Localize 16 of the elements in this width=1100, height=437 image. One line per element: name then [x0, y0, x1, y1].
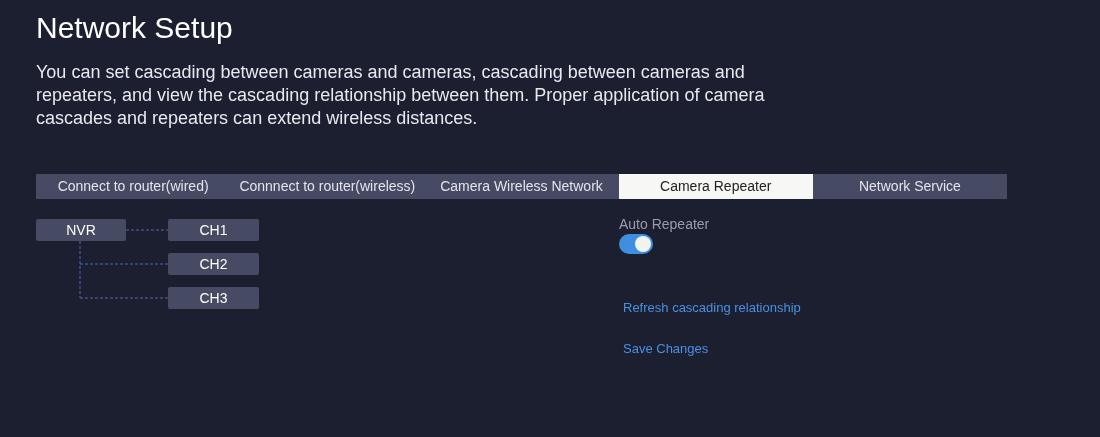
page-title: Network Setup	[36, 10, 234, 46]
description-text: You can set cascading between cameras and cameras, cascading between cameras and repeaters, and view the cascading relationship between them. Proper application of camera cascades and repeaters can extend wireless distances.	[36, 61, 766, 130]
tab[interactable]: Camera Wireless Network	[424, 174, 619, 199]
auto-repeater-toggle[interactable]	[619, 234, 653, 254]
tree-node: NVR	[36, 219, 126, 241]
tree-node: CH2	[168, 253, 259, 275]
tab[interactable]: Connnect to router(wireless)	[230, 174, 425, 199]
link[interactable]: Save Changes	[623, 338, 709, 358]
tab[interactable]: Camera Repeater	[618, 174, 813, 199]
tree-node: CH3	[168, 287, 259, 309]
auto-repeater-label: Auto Repeater	[619, 215, 710, 233]
tab[interactable]: Network Service	[812, 174, 1007, 199]
tree-node: CH1	[168, 219, 259, 241]
tab[interactable]: Connect to router(wired)	[36, 174, 231, 199]
link[interactable]: Refresh cascading relationship	[623, 298, 801, 318]
connector-line	[125, 229, 169, 231]
